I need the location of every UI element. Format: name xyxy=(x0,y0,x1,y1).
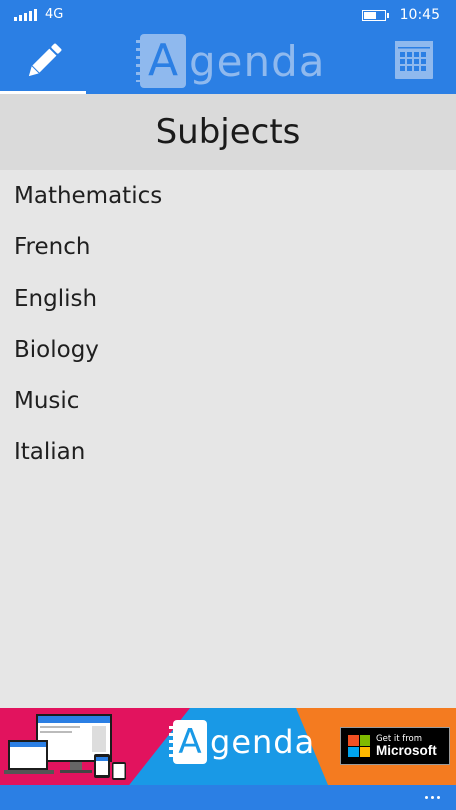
logo-letter: A xyxy=(147,35,179,86)
subject-item[interactable]: Italian xyxy=(0,426,456,477)
app-bar: A genda xyxy=(0,30,456,94)
ad-logo: A genda xyxy=(169,720,316,764)
microsoft-store-badge[interactable]: Get it from Microsoft xyxy=(340,727,450,765)
bottom-app-bar xyxy=(0,785,456,810)
ad-logo-notebook: A xyxy=(169,720,207,764)
clock: 10:45 xyxy=(399,7,440,23)
status-bar: 4G 10:45 xyxy=(0,0,456,30)
microsoft-logo-icon xyxy=(348,735,370,757)
calendar-icon xyxy=(395,41,433,79)
store-badge-text: Get it from Microsoft xyxy=(376,733,437,758)
status-right: 10:45 xyxy=(361,7,440,23)
ad-logo-letter: A xyxy=(178,722,202,762)
store-badge-big: Microsoft xyxy=(376,743,437,758)
battery-icon xyxy=(361,9,389,21)
subject-item[interactable]: Music xyxy=(0,375,456,426)
edit-tab-button[interactable] xyxy=(0,30,86,94)
page-header: Subjects xyxy=(0,94,456,170)
calendar-button[interactable] xyxy=(394,40,434,80)
store-badge-small: Get it from xyxy=(376,733,423,744)
subject-item[interactable]: English xyxy=(0,273,456,324)
status-left: 4G xyxy=(14,8,63,21)
logo-text: genda xyxy=(189,36,326,86)
page-title: Subjects xyxy=(155,112,301,152)
subject-item[interactable]: Biology xyxy=(0,324,456,375)
signal-icon xyxy=(14,9,37,21)
more-icon[interactable] xyxy=(420,785,444,810)
app-logo: A genda xyxy=(136,33,326,89)
ad-banner[interactable]: A genda Get it from Microsoft xyxy=(0,708,456,785)
devices-illustration xyxy=(4,714,126,780)
subject-item[interactable]: Mathematics xyxy=(0,170,456,221)
subject-list: Mathematics French English Biology Music… xyxy=(0,170,456,478)
pencil-icon xyxy=(28,43,62,77)
ad-logo-text: genda xyxy=(210,723,316,761)
logo-notebook: A xyxy=(136,34,186,88)
network-type: 4G xyxy=(45,7,64,22)
subject-item[interactable]: French xyxy=(0,221,456,272)
